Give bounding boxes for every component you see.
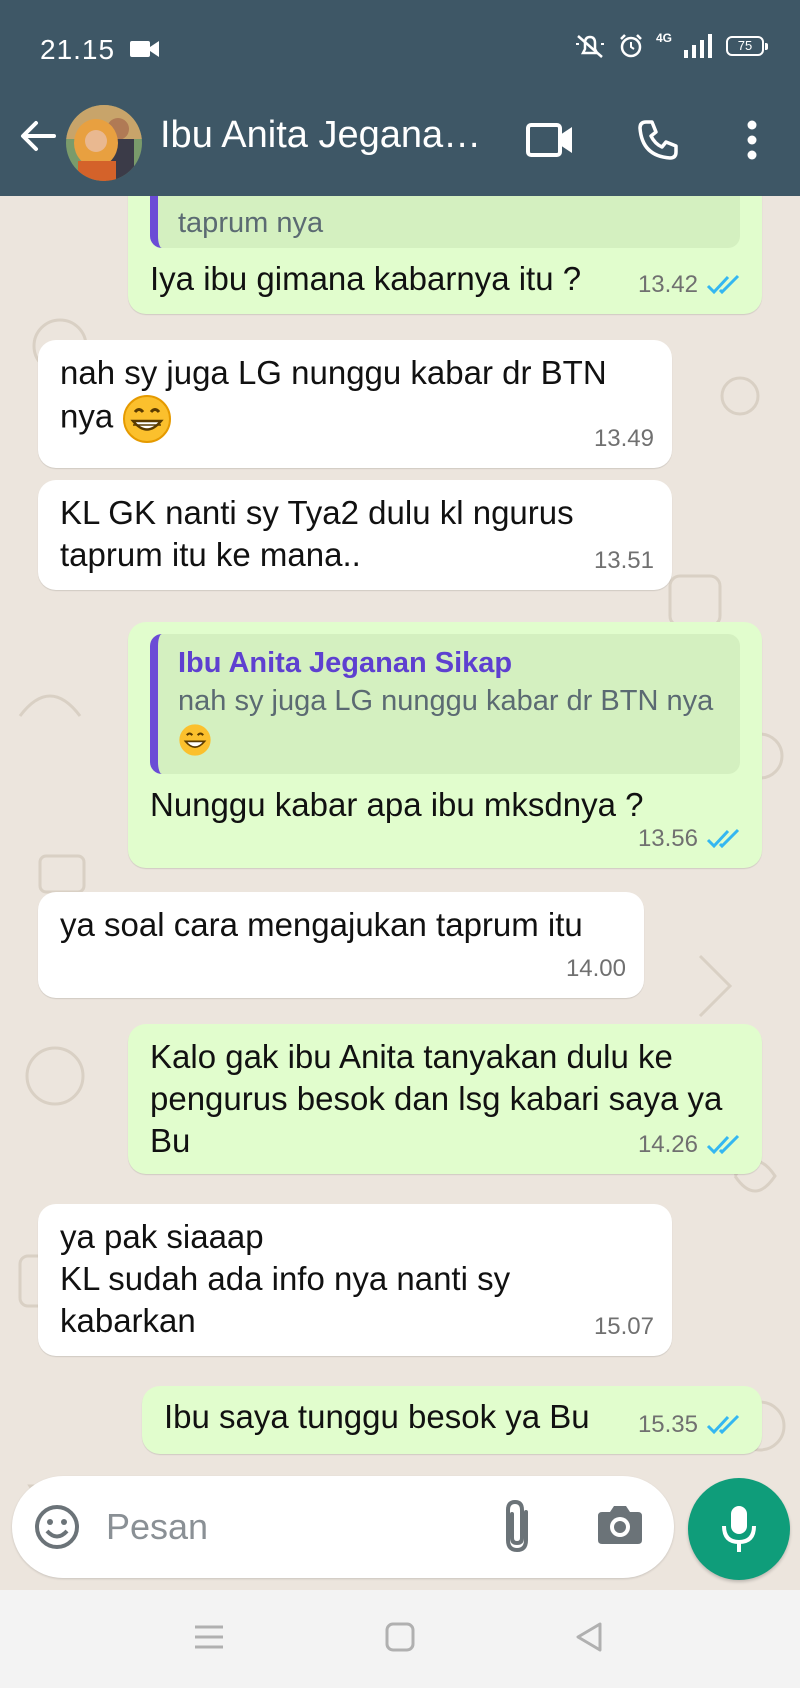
more-vert-icon: [747, 120, 757, 160]
contact-avatar[interactable]: [66, 105, 142, 181]
reply-quote[interactable]: Ibu Anita Jeganan Sikap nah sy juga LG n…: [150, 634, 740, 774]
message-time: 13.51: [593, 547, 654, 574]
message-text: KL GK nanti sy Tya2 dulu kl ngurus tapru…: [60, 494, 583, 573]
video-call-button[interactable]: [522, 112, 578, 168]
message-text: ya soal cara mengajukan taprum itu: [60, 906, 583, 943]
video-call-icon: [526, 123, 572, 157]
back-nav-icon[interactable]: [572, 1620, 606, 1654]
message-time: 14.26: [637, 1131, 698, 1158]
status-time: 21.15: [40, 34, 116, 65]
voice-call-button[interactable]: [630, 112, 686, 168]
mic-icon: [722, 1506, 756, 1552]
message-bubble-outgoing[interactable]: Ibu saya tunggu besok ya Bu 15.35: [142, 1386, 762, 1454]
quote-author: Ibu Anita Jeganan Sikap: [178, 647, 513, 679]
message-time: 13.42: [637, 271, 698, 298]
read-ticks-icon: [706, 828, 740, 849]
more-options-button[interactable]: [724, 112, 780, 168]
message-meta: 13.51: [594, 540, 654, 582]
quote-text: taprum nya: [178, 207, 324, 239]
message-input[interactable]: [106, 1498, 486, 1556]
message-time: 13.49: [593, 425, 654, 452]
grinning-face-emoji: [179, 724, 211, 756]
network-type: 4G: [655, 31, 672, 45]
phone-icon: [638, 120, 678, 160]
emoji-icon[interactable]: [34, 1504, 80, 1550]
quote-text: nah sy juga LG nunggu kabar dr BTN nya: [178, 682, 726, 758]
message-text: nah sy juga LG nunggu kabar dr BTN nya: [60, 352, 650, 444]
message-bubble-outgoing[interactable]: Ibu Anita Jeganan Sikap nah sy juga LG n…: [128, 622, 762, 868]
message-bubble-outgoing[interactable]: Kalo gak ibu Anita tanyakan dulu ke peng…: [128, 1024, 762, 1174]
message-list[interactable]: taprum nya Iya ibu gimana kabarnya itu ?…: [0, 196, 800, 1590]
message-meta: 13.42: [638, 264, 744, 306]
contact-name[interactable]: Ibu Anita Jeganan Sikap: [160, 114, 500, 157]
status-bar: 21.15 4G 75: [0, 0, 800, 96]
back-arrow-icon[interactable]: [16, 114, 60, 158]
message-meta: 13.56: [638, 818, 744, 860]
mute-bell-icon: [575, 35, 604, 58]
message-composer: [12, 1476, 674, 1578]
message-bubble-outgoing[interactable]: taprum nya Iya ibu gimana kabarnya itu ?…: [128, 196, 762, 314]
message-meta: 15.07: [594, 1306, 654, 1348]
camera-icon[interactable]: [596, 1502, 644, 1546]
message-time: 14.00: [565, 955, 626, 982]
message-bubble-incoming[interactable]: ya soal cara mengajukan taprum itu 14.00: [38, 892, 644, 998]
read-ticks-icon: [706, 1414, 740, 1435]
message-time: 15.35: [637, 1411, 698, 1438]
home-nav-icon[interactable]: [383, 1620, 417, 1654]
system-nav-bar: [0, 1590, 800, 1688]
screen-record-icon: [130, 41, 159, 57]
message-time: 15.07: [593, 1313, 654, 1340]
message-meta: 14.26: [638, 1124, 744, 1166]
message-text: ya pak siaaap KL sudah ada info nya nant…: [60, 1218, 511, 1339]
menu-nav-icon[interactable]: [192, 1620, 226, 1654]
reply-quote[interactable]: taprum nya: [150, 196, 740, 248]
alarm-icon: [620, 34, 642, 58]
message-meta: 13.49: [594, 418, 654, 460]
voice-record-button[interactable]: [688, 1478, 790, 1580]
battery-icon: 75: [726, 36, 768, 56]
grinning-face-emoji: [123, 395, 172, 443]
read-ticks-icon: [706, 274, 740, 295]
message-bubble-incoming[interactable]: KL GK nanti sy Tya2 dulu kl ngurus tapru…: [38, 480, 672, 590]
signal-icon: [684, 34, 712, 58]
message-meta: 15.35: [638, 1404, 744, 1446]
chat-header: Ibu Anita Jeganan Sikap: [0, 96, 800, 196]
read-ticks-icon: [706, 1134, 740, 1155]
message-bubble-incoming[interactable]: ya pak siaaap KL sudah ada info nya nant…: [38, 1204, 672, 1356]
message-bubble-incoming[interactable]: nah sy juga LG nunggu kabar dr BTN nya 1…: [38, 340, 672, 468]
status-icons: 4G 75: [574, 31, 768, 59]
attach-icon[interactable]: [502, 1498, 532, 1554]
message-meta: 14.00: [566, 948, 626, 990]
message-time: 13.56: [637, 825, 698, 852]
